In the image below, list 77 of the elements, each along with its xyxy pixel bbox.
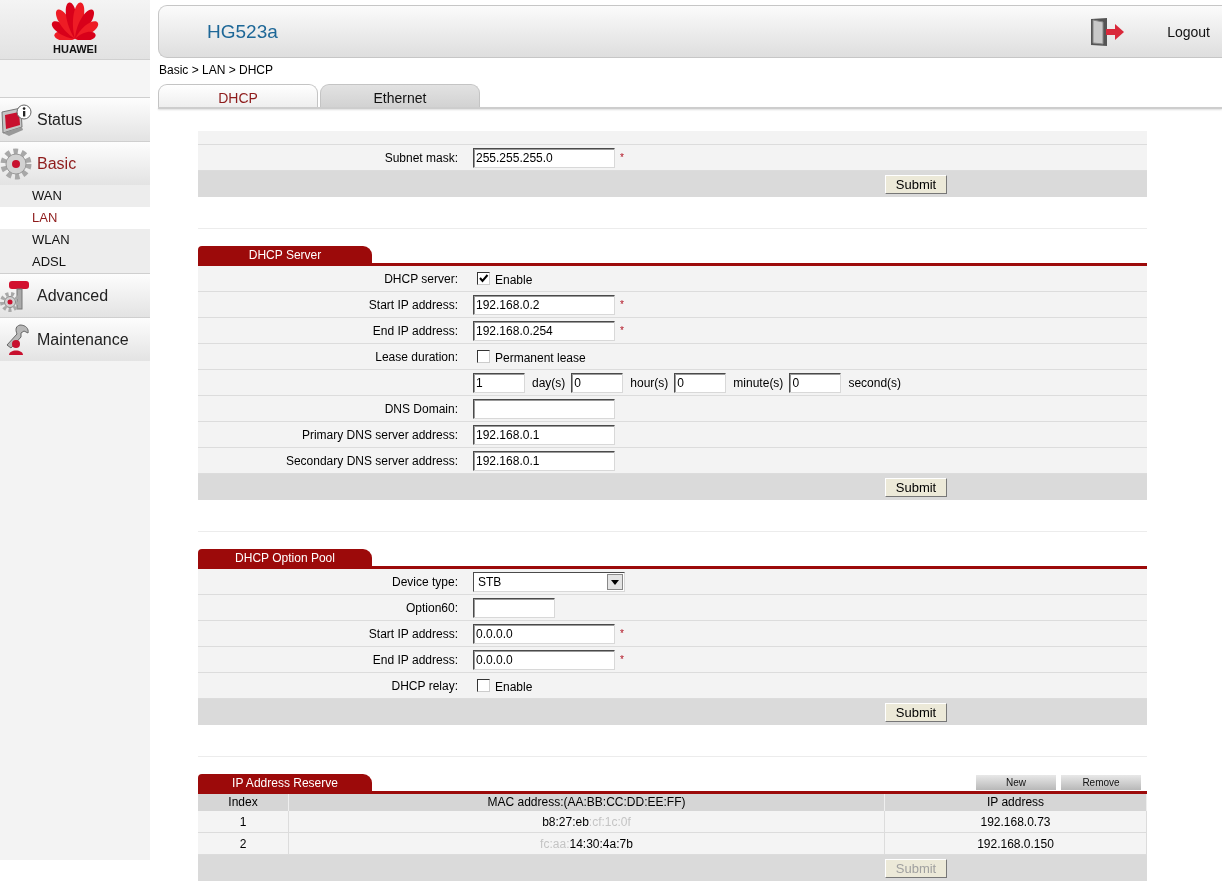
sidebar-subitem[interactable]: WLAN <box>0 229 150 251</box>
logout-link[interactable]: Logout <box>1167 23 1210 40</box>
table-action-button[interactable]: New <box>976 775 1056 790</box>
sidebar-menu-item[interactable]: Basic <box>0 141 150 185</box>
field-label: DNS Domain: <box>383 401 458 416</box>
field-label: Lease duration: <box>374 349 458 364</box>
checkbox-label: Permanent lease <box>495 351 586 365</box>
field-label: Option60: <box>404 600 458 615</box>
input-field[interactable]: 192.168.0.254 <box>473 320 615 341</box>
input-field[interactable]: 0.0.0.0 <box>473 649 615 670</box>
input-field[interactable]: 192.168.0.1 <box>473 424 615 445</box>
field-label: End IP address: <box>371 323 458 338</box>
input-field[interactable]: 0 <box>571 372 624 393</box>
unit-label: hour(s) <box>630 375 669 390</box>
tools-icon <box>0 279 32 312</box>
submit-button[interactable]: Submit <box>885 174 947 194</box>
table-cell: b8:27:eb:cf:1c:0f <box>289 811 885 833</box>
required-mark: * <box>620 628 624 639</box>
required-mark: * <box>620 152 624 163</box>
required-mark: * <box>620 325 624 336</box>
monitor-info-icon <box>0 103 32 136</box>
unit-label: minute(s) <box>733 375 784 390</box>
checkbox[interactable] <box>477 272 490 285</box>
table-cell: 192.168.0.150 <box>885 833 1147 855</box>
input-field[interactable]: 1 <box>473 372 525 393</box>
sidebar-menu-item[interactable]: Advanced <box>0 273 150 317</box>
sidebar-menu-item[interactable]: Status <box>0 97 150 141</box>
sidebar-subitem[interactable]: LAN <box>0 207 150 229</box>
field-label: Start IP address: <box>367 626 458 641</box>
tab[interactable]: Ethernet <box>320 84 480 107</box>
sidebar-subitem[interactable]: ADSL <box>0 251 150 273</box>
table-cell: 1 <box>198 811 289 833</box>
field-label: End IP address: <box>371 652 458 667</box>
section-heading: DHCP Option Pool <box>198 549 372 566</box>
field-label: DHCP relay: <box>390 678 458 693</box>
door-arrow-icon[interactable] <box>1089 16 1126 47</box>
input-field[interactable]: 192.168.0.1 <box>473 450 615 471</box>
unit-label: day(s) <box>532 375 566 390</box>
table-header-cell: IP address <box>885 794 1147 811</box>
submit-button[interactable]: Submit <box>885 477 947 497</box>
field-label: Primary DNS server address: <box>300 427 458 442</box>
input-field[interactable] <box>473 398 615 419</box>
input-field[interactable] <box>473 597 555 618</box>
section-heading: DHCP Server <box>198 246 372 263</box>
sidebar-menu-item[interactable]: Maintenance <box>0 317 150 361</box>
required-mark: * <box>620 299 624 310</box>
field-label: DHCP server: <box>383 271 458 286</box>
section-heading: IP Address Reserve <box>198 774 372 791</box>
input-field[interactable]: 192.168.0.2 <box>473 294 615 315</box>
submit-button[interactable]: Submit <box>885 702 947 722</box>
field-label: Device type: <box>390 574 458 589</box>
device-model-title: HG523a <box>207 20 278 43</box>
checkbox-label: Enable <box>495 680 533 694</box>
logo-text: HUAWEI <box>53 42 97 56</box>
input-field[interactable]: 255.255.255.0 <box>473 147 615 168</box>
dropdown[interactable]: STB <box>473 571 625 592</box>
gear-icon <box>0 147 32 180</box>
table-header-cell: Index <box>198 794 289 811</box>
breadcrumb: Basic > LAN > DHCP <box>158 62 275 78</box>
checkbox-label: Enable <box>495 273 533 287</box>
checkbox[interactable] <box>477 350 490 363</box>
field-label: Start IP address: <box>367 297 458 312</box>
tab[interactable]: DHCP <box>158 84 318 107</box>
field-label: Secondary DNS server address: <box>284 453 458 468</box>
input-field[interactable]: 0 <box>674 372 727 393</box>
input-field[interactable]: 0 <box>789 372 842 393</box>
table-header-cell: MAC address:(AA:BB:CC:DD:EE:FF) <box>289 794 885 811</box>
checkbox[interactable] <box>477 679 490 692</box>
table-action-button[interactable]: Remove <box>1061 775 1141 790</box>
caret-icon <box>607 573 623 590</box>
unit-label: second(s) <box>848 375 902 390</box>
table-cell: 192.168.0.73 <box>885 811 1147 833</box>
required-mark: * <box>620 654 624 665</box>
table-cell: 2 <box>198 833 289 855</box>
field-label: Subnet mask: <box>383 150 458 165</box>
input-field[interactable]: 0.0.0.0 <box>473 623 615 644</box>
sidebar-subitem[interactable]: WAN <box>0 185 150 207</box>
